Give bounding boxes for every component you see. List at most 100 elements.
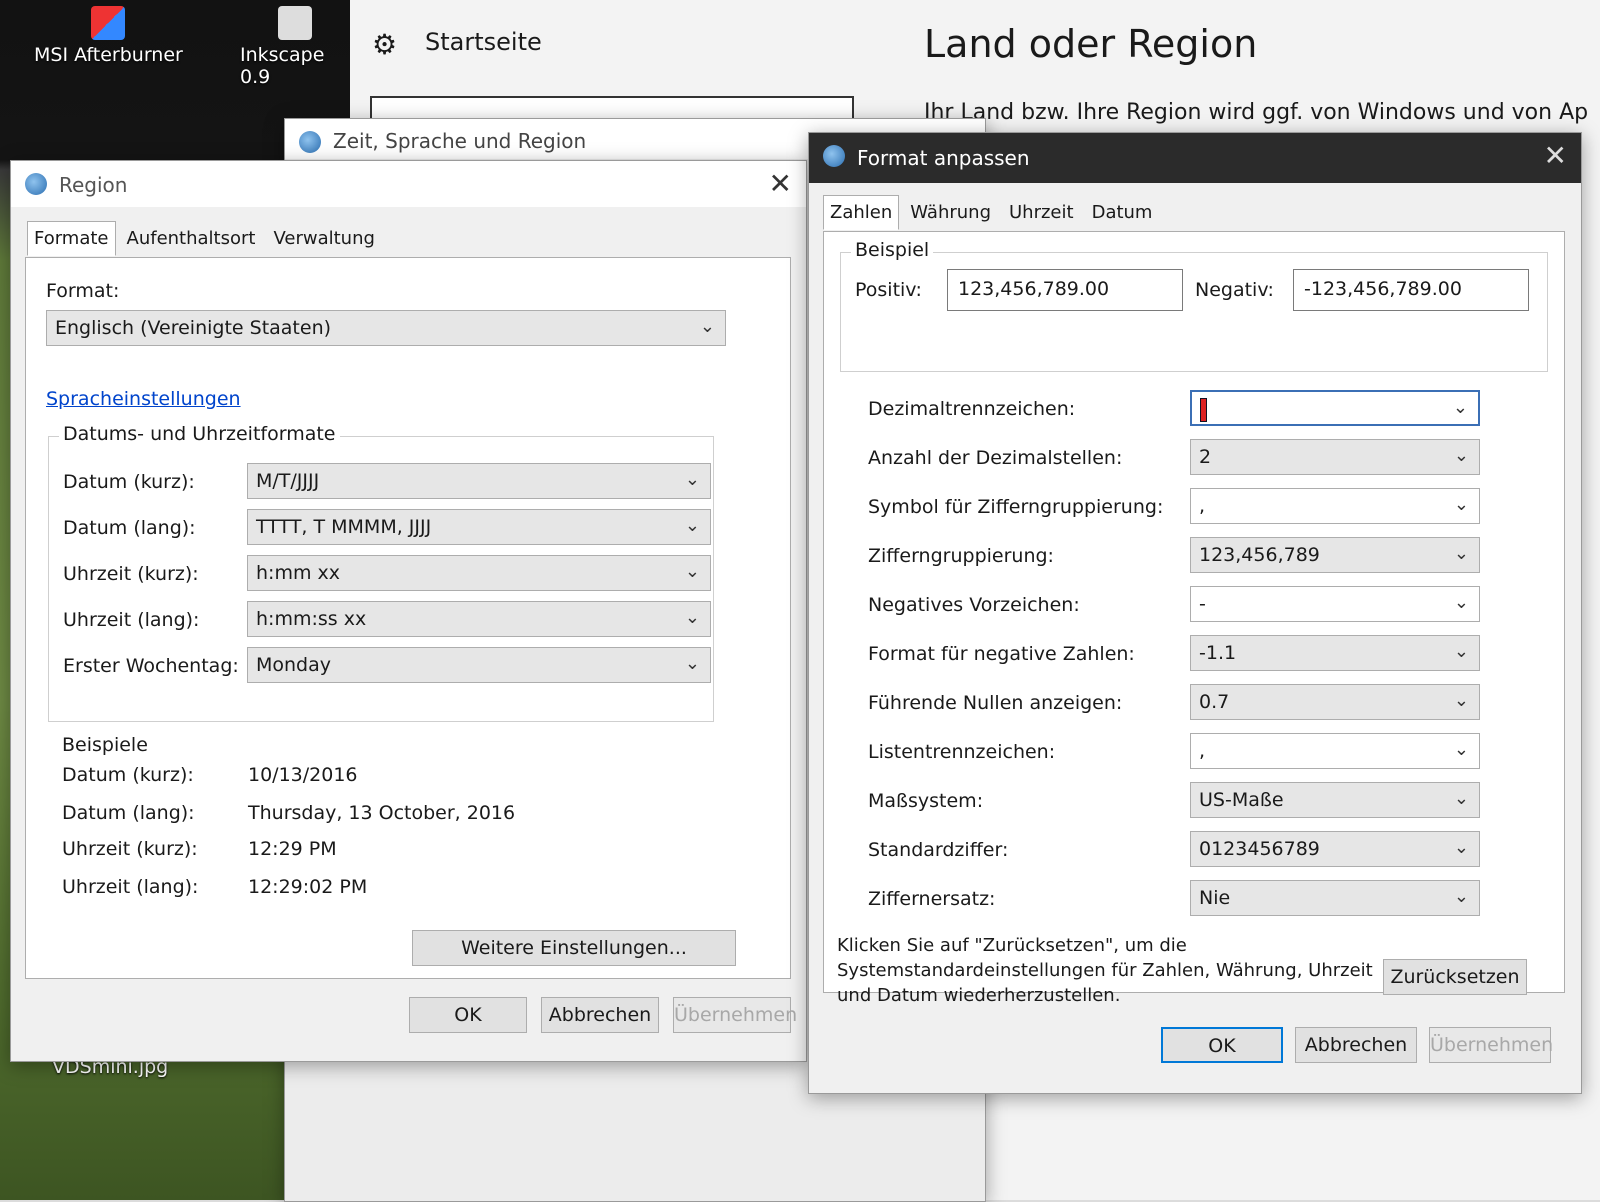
uhrzeit-lang-select[interactable]: h:mm:ss xx ⌄ [247,601,711,637]
globe-icon [299,131,321,153]
select-value [1200,398,1207,422]
chevron-down-icon: ⌄ [1453,788,1469,809]
example-value: 10/13/2016 [248,764,358,786]
chevron-down-icon: ⌄ [684,515,700,536]
negatives-vorzeichen-select[interactable]: - ⌄ [1190,586,1480,622]
uhrzeit-kurz-select[interactable]: h:mm xx ⌄ [247,555,711,591]
tab-bar: Formate Aufenthaltsort Verwaltung [27,221,386,256]
msi-afterburner-icon [91,6,126,40]
standardziffer-label: Standardziffer: [868,839,1009,861]
select-value: 0123456789 [1199,838,1320,860]
ok-button[interactable]: OK [409,997,527,1033]
negative-zahlen-format-label: Format für negative Zahlen: [868,643,1135,665]
chevron-down-icon: ⌄ [684,653,700,674]
fuehrende-nullen-label: Führende Nullen anzeigen: [868,692,1123,714]
chevron-down-icon: ⌄ [1453,641,1469,662]
zahlen-panel: Beispiel Positiv: 123,456,789.00 Negativ… [823,231,1565,993]
masssystem-label: Maßsystem: [868,790,984,812]
negatives-vorzeichen-label: Negatives Vorzeichen: [868,594,1080,616]
chevron-down-icon: ⌄ [1453,494,1469,515]
dezimalstellen-select[interactable]: 2 ⌄ [1190,439,1480,475]
close-icon[interactable]: ✕ [769,167,792,200]
select-value: TTTT, T MMMM, JJJJ [256,516,432,538]
gruppierungssymbol-label: Symbol für Zifferngruppierung: [868,496,1164,518]
window-title: Zeit, Sprache und Region [333,129,587,153]
cancel-button[interactable]: Abbrechen [541,997,659,1033]
uhrzeit-kurz-label: Uhrzeit (kurz): [63,563,199,585]
home-link[interactable]: Startseite [425,28,542,56]
tab-zahlen[interactable]: Zahlen [823,195,900,230]
positive-value: 123,456,789.00 [958,278,1110,300]
desktop-icon-label: Inkscape 0.9 [240,44,325,88]
chevron-down-icon: ⌄ [1453,445,1469,466]
format-select[interactable]: Englisch (Vereinigte Staaten) ⌄ [46,310,726,346]
apply-button[interactable]: Übernehmen [1429,1027,1553,1063]
tab-datum[interactable]: Datum [1085,195,1160,230]
example-label: Uhrzeit (kurz): [62,838,198,860]
standardziffer-select[interactable]: 0123456789 ⌄ [1190,831,1480,867]
titlebar: Format anpassen ✕ [809,133,1581,183]
weitere-einstellungen-button[interactable]: Weitere Einstellungen... [412,930,736,966]
globe-icon [25,173,47,195]
select-value: M/T/JJJJ [256,470,320,492]
spracheinstellungen-link[interactable]: Spracheinstellungen [46,388,241,410]
globe-icon [823,145,845,167]
datum-lang-select[interactable]: TTTT, T MMMM, JJJJ ⌄ [247,509,711,545]
gear-icon[interactable]: ⚙ [372,28,397,61]
example-value: 12:29:02 PM [248,876,368,898]
gruppierungssymbol-select[interactable]: , ⌄ [1190,488,1480,524]
zifferngruppierung-select[interactable]: 123,456,789 ⌄ [1190,537,1480,573]
chevron-down-icon: ⌄ [684,561,700,582]
tab-aufenthaltsort[interactable]: Aufenthaltsort [120,221,263,256]
tab-formate[interactable]: Formate [27,221,116,256]
cancel-button[interactable]: Abbrechen [1295,1027,1417,1063]
chevron-down-icon: ⌄ [699,316,715,337]
negative-value: -123,456,789.00 [1304,278,1462,300]
example-label: Datum (lang): [62,802,195,824]
example-group: Beispiel Positiv: 123,456,789.00 Negativ… [840,239,1548,372]
fuehrende-nullen-select[interactable]: 0.7 ⌄ [1190,684,1480,720]
example-value: 12:29 PM [248,838,337,860]
examples-title: Beispiele [62,734,148,756]
reset-button[interactable]: Zurücksetzen [1383,959,1527,995]
apply-button[interactable]: Übernehmen [673,997,797,1033]
chevron-down-icon: ⌄ [1453,592,1469,613]
tab-verwaltung[interactable]: Verwaltung [266,221,381,256]
desktop-icon-label: MSI Afterburner [34,44,183,66]
page-title: Land oder Region [924,22,1258,66]
erster-wochentag-label: Erster Wochentag: [63,655,239,677]
listentrennzeichen-select[interactable]: , ⌄ [1190,733,1480,769]
select-value: h:mm:ss xx [256,608,367,630]
tab-waehrung[interactable]: Währung [903,195,998,230]
chevron-down-icon: ⌄ [1453,837,1469,858]
ok-button[interactable]: OK [1161,1027,1283,1063]
select-value: -1.1 [1199,642,1237,664]
dezimaltrennzeichen-select[interactable]: ⌄ [1190,390,1480,426]
chevron-down-icon: ⌄ [1453,690,1469,711]
datum-lang-label: Datum (lang): [63,517,196,539]
listentrennzeichen-label: Listentrennzeichen: [868,741,1056,763]
tab-uhrzeit[interactable]: Uhrzeit [1002,195,1081,230]
text-cursor [1200,398,1207,422]
ziffernersatz-select[interactable]: Nie ⌄ [1190,880,1480,916]
format-value: Englisch (Vereinigte Staaten) [55,317,332,339]
datum-kurz-select[interactable]: M/T/JJJJ ⌄ [247,463,711,499]
positive-label: Positiv: [855,279,922,301]
select-value: - [1199,593,1206,615]
group-title: Beispiel [851,239,934,261]
zifferngruppierung-label: Zifferngruppierung: [868,545,1054,567]
select-value: Monday [256,654,332,676]
erster-wochentag-select[interactable]: Monday ⌄ [247,647,711,683]
close-icon[interactable]: ✕ [1544,139,1567,172]
chevron-down-icon: ⌄ [1453,739,1469,760]
select-value: US-Maße [1199,789,1284,811]
tab-bar: Zahlen Währung Uhrzeit Datum [823,195,1163,230]
select-value: 0.7 [1199,691,1230,713]
desktop-icon-msi-afterburner[interactable]: MSI Afterburner [34,6,183,66]
negative-zahlen-format-select[interactable]: -1.1 ⌄ [1190,635,1480,671]
datum-kurz-label: Datum (kurz): [63,471,195,493]
window-title: Format anpassen [857,146,1030,170]
masssystem-select[interactable]: US-Maße ⌄ [1190,782,1480,818]
desktop-icon-inkscape[interactable]: Inkscape 0.9 [240,6,350,88]
select-value: Nie [1199,887,1231,909]
